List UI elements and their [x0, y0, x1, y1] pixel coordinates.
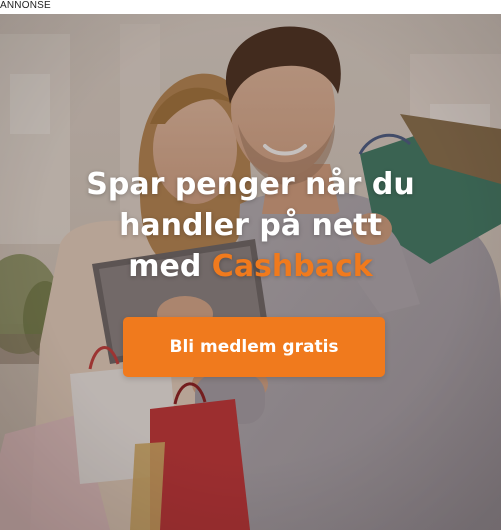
headline-line-1: Spar penger når du: [86, 167, 415, 202]
headline: Spar penger når du handler på nett med C…: [40, 164, 461, 287]
headline-line-3-prefix: med: [128, 249, 212, 284]
headline-accent-cashback: Cashback: [211, 249, 373, 284]
ad-label: ANNONSE: [0, 0, 501, 14]
headline-line-3: med Cashback: [40, 246, 461, 287]
join-free-button[interactable]: Bli medlem gratis: [123, 317, 385, 377]
headline-line-2: handler på nett: [119, 208, 382, 243]
cashback-banner[interactable]: Spar penger når du handler på nett med C…: [0, 14, 501, 530]
